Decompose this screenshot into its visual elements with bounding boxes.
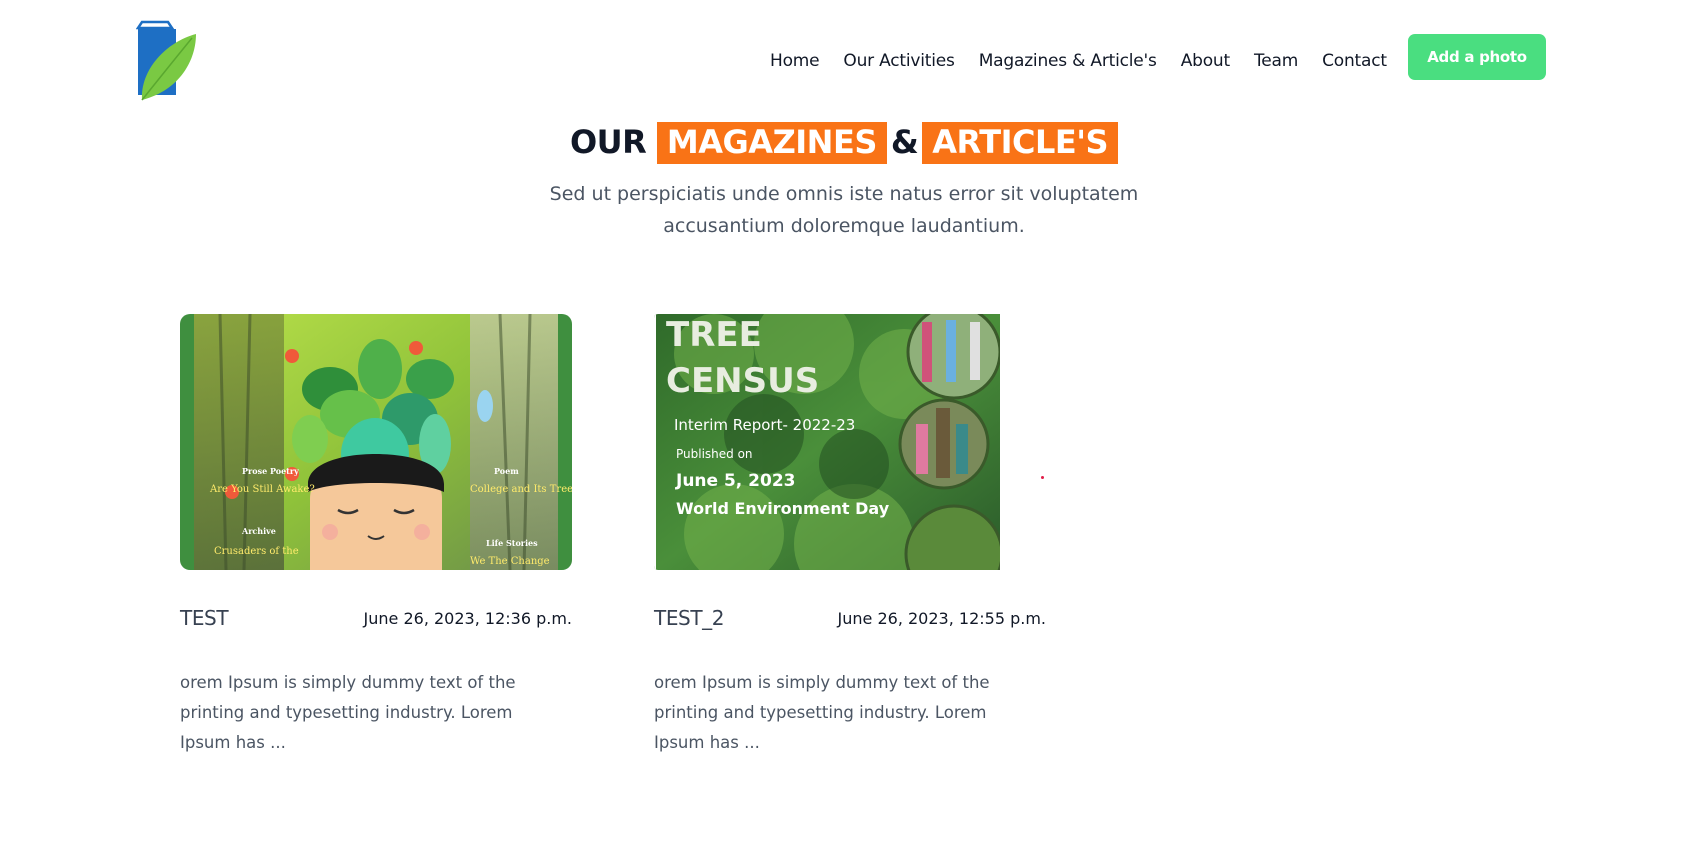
nav-home[interactable]: Home bbox=[770, 51, 820, 71]
heading-amp: & bbox=[890, 123, 919, 161]
svg-text:Are You Still Awake?: Are You Still Awake? bbox=[209, 484, 315, 495]
svg-text:World Environment Day: World Environment Day bbox=[676, 499, 890, 518]
article-title[interactable]: TEST_2 bbox=[654, 606, 724, 630]
heading-our: OUR bbox=[569, 123, 647, 161]
article-thumbnail[interactable]: TREE CENSUS Interim Report- 2022-23 Publ… bbox=[654, 314, 1000, 570]
cursor-dot bbox=[1041, 476, 1044, 479]
svg-text:Crusaders of the: Crusaders of the bbox=[214, 546, 299, 557]
nav-team[interactable]: Team bbox=[1254, 51, 1298, 71]
heading-highlight-magazines: MAGAZINES bbox=[656, 122, 887, 164]
svg-text:We The Change: We The Change bbox=[470, 556, 550, 567]
add-photo-button[interactable]: Add a photo bbox=[1408, 34, 1546, 80]
svg-text:Life Stories: Life Stories bbox=[486, 538, 538, 548]
article-card[interactable]: TREE CENSUS Interim Report- 2022-23 Publ… bbox=[654, 314, 1046, 758]
page: Home Our Activities Magazines & Article'… bbox=[0, 0, 1688, 849]
article-meta: TEST June 26, 2023, 12:36 p.m. bbox=[180, 606, 572, 634]
main-nav: Home Our Activities Magazines & Article'… bbox=[770, 33, 1387, 89]
heading-highlight-articles: ARTICLE'S bbox=[922, 122, 1119, 164]
tree-census-cover-image: TREE CENSUS Interim Report- 2022-23 Publ… bbox=[654, 314, 1000, 570]
nav-contact[interactable]: Contact bbox=[1322, 51, 1387, 71]
article-title[interactable]: TEST bbox=[180, 606, 229, 630]
article-excerpt: orem Ipsum is simply dummy text of the p… bbox=[180, 673, 516, 752]
logo-top-icon bbox=[136, 20, 175, 30]
article-date: June 26, 2023, 12:36 p.m. bbox=[363, 609, 572, 628]
svg-text:Archive: Archive bbox=[241, 526, 276, 536]
section-heading: OUR MAGAZINES & ARTICLE'S bbox=[0, 122, 1688, 164]
article-thumbnail[interactable]: Prose Poetry Are You Still Awake? Archiv… bbox=[180, 314, 572, 570]
svg-text:College and Its Trees: College and Its Trees bbox=[470, 484, 572, 495]
article-meta: TEST_2 June 26, 2023, 12:55 p.m. bbox=[654, 606, 1046, 634]
svg-text:Poem: Poem bbox=[494, 466, 519, 476]
article-date: June 26, 2023, 12:55 p.m. bbox=[837, 609, 1046, 628]
magazine-cover-image: Prose Poetry Are You Still Awake? Archiv… bbox=[180, 314, 572, 570]
nav-magazines-articles[interactable]: Magazines & Article's bbox=[979, 51, 1157, 71]
svg-text:Interim Report- 2022-23: Interim Report- 2022-23 bbox=[674, 416, 855, 434]
logo[interactable] bbox=[136, 20, 198, 102]
svg-text:CENSUS: CENSUS bbox=[666, 361, 819, 401]
svg-text:Published on: Published on bbox=[676, 447, 753, 461]
svg-text:TREE: TREE bbox=[666, 315, 762, 355]
nav-about[interactable]: About bbox=[1181, 51, 1230, 71]
svg-text:June 5, 2023: June 5, 2023 bbox=[675, 471, 796, 491]
article-excerpt: orem Ipsum is simply dummy text of the p… bbox=[654, 673, 990, 752]
section-subtitle: Sed ut perspiciatis unde omnis iste natu… bbox=[549, 183, 1139, 237]
article-card[interactable]: Prose Poetry Are You Still Awake? Archiv… bbox=[180, 314, 572, 758]
nav-our-activities[interactable]: Our Activities bbox=[843, 51, 955, 71]
svg-text:Prose Poetry: Prose Poetry bbox=[242, 466, 299, 476]
